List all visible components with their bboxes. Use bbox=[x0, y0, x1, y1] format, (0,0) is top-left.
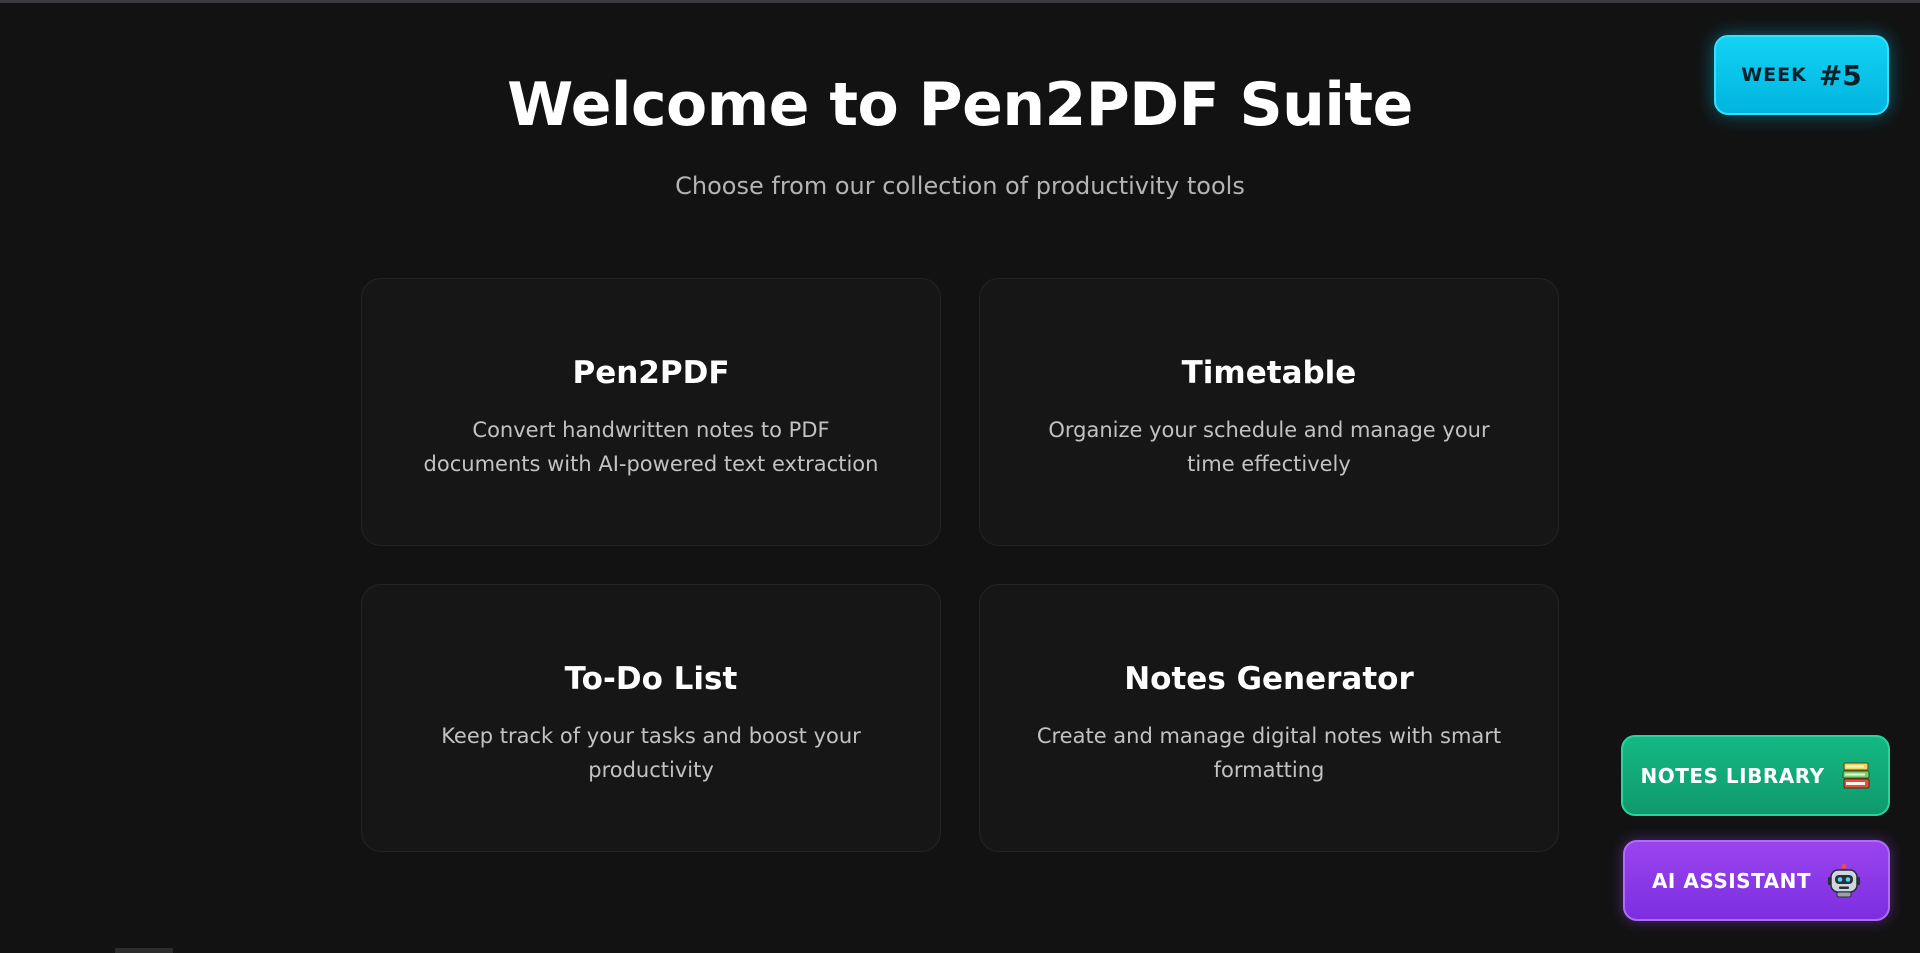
window-top-border bbox=[0, 0, 1920, 3]
tool-card-timetable[interactable]: Timetable Organize your schedule and man… bbox=[979, 278, 1559, 546]
tool-card-pen2pdf[interactable]: Pen2PDF Convert handwritten notes to PDF… bbox=[361, 278, 941, 546]
tool-card-title: Notes Generator bbox=[1124, 661, 1414, 697]
tool-card-description: Keep track of your tasks and boost your … bbox=[441, 724, 861, 782]
tool-card-title: To-Do List bbox=[564, 661, 738, 697]
horizontal-scrollbar[interactable] bbox=[115, 948, 173, 953]
tool-card-description: Create and manage digital notes with sma… bbox=[1036, 724, 1502, 782]
books-icon bbox=[1841, 760, 1871, 792]
week-badge-label: WEEK bbox=[1741, 64, 1807, 86]
ai-assistant-button[interactable]: AI ASSISTANT bbox=[1623, 840, 1890, 921]
robot-icon bbox=[1827, 863, 1861, 898]
tool-card-notes-generator[interactable]: Notes Generator Create and manage digita… bbox=[979, 584, 1559, 852]
page-title: Welcome to Pen2PDF Suite bbox=[507, 70, 1413, 140]
tool-card-description: Convert handwritten notes to PDF documen… bbox=[423, 418, 879, 476]
tool-card-description: Organize your schedule and manage your t… bbox=[1048, 418, 1490, 476]
tool-card-title: Pen2PDF bbox=[572, 355, 730, 391]
page-subtitle: Choose from our collection of productivi… bbox=[675, 172, 1245, 200]
tool-card-todo-list[interactable]: To-Do List Keep track of your tasks and … bbox=[361, 584, 941, 852]
tool-card-title: Timetable bbox=[1181, 355, 1357, 391]
ai-assistant-label: AI ASSISTANT bbox=[1651, 868, 1812, 893]
week-badge: WEEK #5 bbox=[1714, 35, 1889, 115]
notes-library-label: NOTES LIBRARY bbox=[1640, 763, 1825, 788]
notes-library-button[interactable]: NOTES LIBRARY bbox=[1621, 735, 1890, 816]
week-badge-number: #5 bbox=[1818, 58, 1862, 92]
